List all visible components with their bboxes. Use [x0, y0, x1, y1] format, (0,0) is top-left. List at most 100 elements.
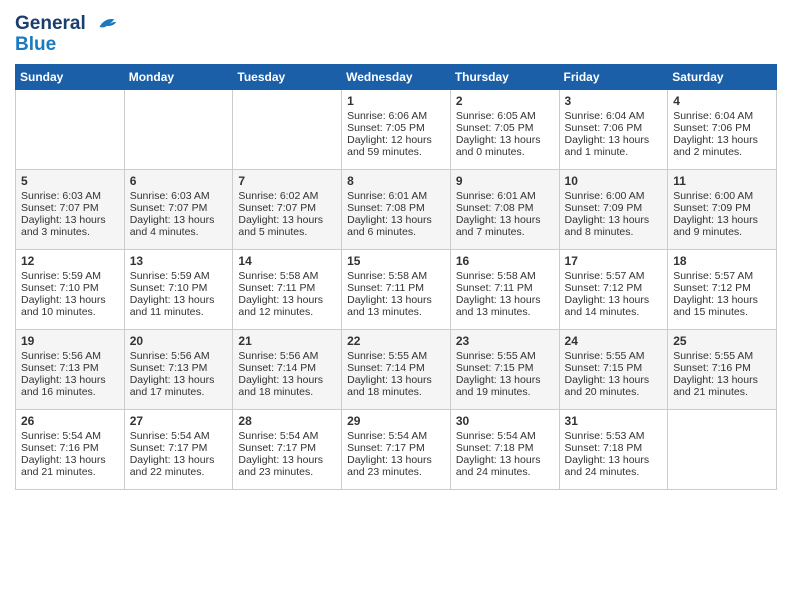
sunset-text: Sunset: 7:05 PM [347, 122, 445, 134]
day-number: 20 [130, 334, 228, 348]
sunrise-text: Sunrise: 5:56 AM [130, 350, 228, 362]
day-number: 31 [565, 414, 663, 428]
sunrise-text: Sunrise: 6:01 AM [347, 190, 445, 202]
calendar-cell: 21Sunrise: 5:56 AMSunset: 7:14 PMDayligh… [233, 330, 342, 410]
calendar-cell: 8Sunrise: 6:01 AMSunset: 7:08 PMDaylight… [342, 170, 451, 250]
logo-bird-icon [92, 10, 120, 38]
calendar-cell [668, 410, 777, 490]
day-number: 27 [130, 414, 228, 428]
day-number: 8 [347, 174, 445, 188]
sunrise-text: Sunrise: 6:03 AM [21, 190, 119, 202]
sunrise-text: Sunrise: 5:55 AM [673, 350, 771, 362]
sunset-text: Sunset: 7:11 PM [456, 282, 554, 294]
daylight-text: Daylight: 13 hours and 18 minutes. [347, 374, 445, 398]
day-number: 10 [565, 174, 663, 188]
sunrise-text: Sunrise: 5:53 AM [565, 430, 663, 442]
calendar-cell: 16 Sunrise: 5:58 AMSunset: 7:11 PMDayligh… [450, 250, 559, 330]
calendar-cell [233, 90, 342, 170]
calendar-cell: 15Sunrise: 5:58 AMSunset: 7:11 PMDayligh… [342, 250, 451, 330]
calendar-cell: 22Sunrise: 5:55 AMSunset: 7:14 PMDayligh… [342, 330, 451, 410]
day-number: 30 [456, 414, 554, 428]
daylight-text: Daylight: 13 hours and 7 minutes. [456, 214, 554, 238]
sunset-text: Sunset: 7:09 PM [673, 202, 771, 214]
weekday-header-thursday: Thursday [450, 65, 559, 90]
daylight-text: Daylight: 13 hours and 21 minutes. [673, 374, 771, 398]
day-number: 4 [673, 94, 771, 108]
sunset-text: Sunset: 7:08 PM [456, 202, 554, 214]
day-number: 16 [456, 254, 554, 268]
daylight-text: Daylight: 13 hours and 13 minutes. [456, 294, 554, 318]
calendar-cell: 20Sunrise: 5:56 AMSunset: 7:13 PMDayligh… [124, 330, 233, 410]
day-number: 2 [456, 94, 554, 108]
sunset-text: Sunset: 7:15 PM [565, 362, 663, 374]
sunrise-text: Sunrise: 6:00 AM [673, 190, 771, 202]
sunrise-text: Sunrise: 6:00 AM [565, 190, 663, 202]
daylight-text: Daylight: 13 hours and 12 minutes. [238, 294, 336, 318]
sunrise-text: Sunrise: 6:04 AM [565, 110, 663, 122]
day-number: 17 [565, 254, 663, 268]
daylight-text: Daylight: 13 hours and 18 minutes. [238, 374, 336, 398]
daylight-text: Daylight: 13 hours and 10 minutes. [21, 294, 119, 318]
day-number: 7 [238, 174, 336, 188]
calendar-cell: 1 Sunrise: 6:06 AMSunset: 7:05 PMDaylight… [342, 90, 451, 170]
daylight-text: Daylight: 13 hours and 13 minutes. [347, 294, 445, 318]
sunset-text: Sunset: 7:14 PM [238, 362, 336, 374]
sunrise-text: Sunrise: 5:54 AM [456, 430, 554, 442]
calendar-cell: 5Sunrise: 6:03 AMSunset: 7:07 PMDaylight… [16, 170, 125, 250]
day-number: 1 [347, 94, 445, 108]
sunset-text: Sunset: 7:06 PM [673, 122, 771, 134]
daylight-text: Daylight: 13 hours and 6 minutes. [347, 214, 445, 238]
daylight-text: Daylight: 12 hours and 59 minutes. [347, 134, 445, 158]
sunset-text: Sunset: 7:15 PM [456, 362, 554, 374]
logo: General Blue [15, 10, 120, 56]
day-number: 28 [238, 414, 336, 428]
day-number: 29 [347, 414, 445, 428]
sunrise-text: Sunrise: 6:01 AM [456, 190, 554, 202]
calendar-cell: 25Sunrise: 5:55 AMSunset: 7:16 PMDayligh… [668, 330, 777, 410]
sunrise-text: Sunrise: 5:55 AM [347, 350, 445, 362]
day-number: 21 [238, 334, 336, 348]
day-number: 13 [130, 254, 228, 268]
sunrise-text: Sunrise: 6:06 AM [347, 110, 445, 122]
day-number: 18 [673, 254, 771, 268]
day-number: 19 [21, 334, 119, 348]
day-number: 24 [565, 334, 663, 348]
sunset-text: Sunset: 7:06 PM [565, 122, 663, 134]
day-number: 25 [673, 334, 771, 348]
daylight-text: Daylight: 13 hours and 0 minutes. [456, 134, 554, 158]
day-number: 22 [347, 334, 445, 348]
sunrise-text: Sunrise: 5:58 AM [456, 270, 554, 282]
weekday-header-friday: Friday [559, 65, 668, 90]
daylight-text: Daylight: 13 hours and 5 minutes. [238, 214, 336, 238]
calendar-cell: 18Sunrise: 5:57 AMSunset: 7:12 PMDayligh… [668, 250, 777, 330]
sunset-text: Sunset: 7:18 PM [456, 442, 554, 454]
sunset-text: Sunset: 7:11 PM [238, 282, 336, 294]
sunset-text: Sunset: 7:12 PM [673, 282, 771, 294]
calendar-cell: 7Sunrise: 6:02 AMSunset: 7:07 PMDaylight… [233, 170, 342, 250]
sunset-text: Sunset: 7:18 PM [565, 442, 663, 454]
daylight-text: Daylight: 13 hours and 23 minutes. [347, 454, 445, 478]
calendar-cell: 10Sunrise: 6:00 AMSunset: 7:09 PMDayligh… [559, 170, 668, 250]
weekday-header-saturday: Saturday [668, 65, 777, 90]
sunrise-text: Sunrise: 5:59 AM [21, 270, 119, 282]
calendar-cell: 3Sunrise: 6:04 AMSunset: 7:06 PMDaylight… [559, 90, 668, 170]
sunrise-text: Sunrise: 5:59 AM [130, 270, 228, 282]
daylight-text: Daylight: 13 hours and 23 minutes. [238, 454, 336, 478]
calendar-cell: 14Sunrise: 5:58 AMSunset: 7:11 PMDayligh… [233, 250, 342, 330]
daylight-text: Daylight: 13 hours and 9 minutes. [673, 214, 771, 238]
sunset-text: Sunset: 7:17 PM [238, 442, 336, 454]
sunset-text: Sunset: 7:09 PM [565, 202, 663, 214]
calendar-cell: 27Sunrise: 5:54 AMSunset: 7:17 PMDayligh… [124, 410, 233, 490]
sunset-text: Sunset: 7:10 PM [21, 282, 119, 294]
calendar-cell: 12Sunrise: 5:59 AMSunset: 7:10 PMDayligh… [16, 250, 125, 330]
calendar-cell: 9Sunrise: 6:01 AMSunset: 7:08 PMDaylight… [450, 170, 559, 250]
daylight-text: Daylight: 13 hours and 22 minutes. [130, 454, 228, 478]
sunset-text: Sunset: 7:17 PM [130, 442, 228, 454]
sunrise-text: Sunrise: 5:55 AM [565, 350, 663, 362]
calendar-cell: 23Sunrise: 5:55 AMSunset: 7:15 PMDayligh… [450, 330, 559, 410]
sunset-text: Sunset: 7:11 PM [347, 282, 445, 294]
day-number: 11 [673, 174, 771, 188]
calendar-cell: 11 Sunrise: 6:00 AMSunset: 7:09 PMDayligh… [668, 170, 777, 250]
calendar-cell [16, 90, 125, 170]
daylight-text: Daylight: 13 hours and 3 minutes. [21, 214, 119, 238]
